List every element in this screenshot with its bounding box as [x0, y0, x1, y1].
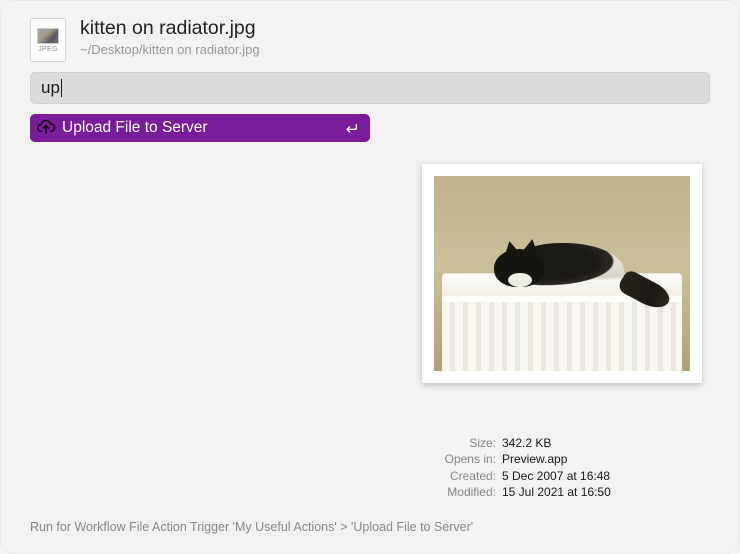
meta-size-row: Size: 342.2 KB	[342, 435, 702, 451]
title-block: kitten on radiator.jpg ~/Desktop/kitten …	[80, 18, 710, 57]
return-key-icon	[342, 119, 360, 137]
meta-created-value: 5 Dec 2007 at 16:48	[502, 468, 610, 484]
search-value: up	[41, 78, 60, 98]
meta-modified-value: 15 Jul 2021 at 16:50	[502, 484, 611, 500]
meta-created-row: Created: 5 Dec 2007 at 16:48	[342, 468, 702, 484]
meta-size-label: Size:	[342, 435, 502, 451]
result-label: Upload File to Server	[62, 119, 342, 137]
footer-hint: Run for Workflow File Action Trigger 'My…	[30, 520, 473, 534]
alfred-window: JPEG kitten on radiator.jpg ~/Desktop/ki…	[0, 0, 740, 554]
file-path: ~/Desktop/kitten on radiator.jpg	[80, 42, 710, 57]
cloud-upload-icon	[36, 118, 56, 138]
action-result-upload[interactable]: Upload File to Server	[30, 114, 370, 142]
search-container: up	[0, 72, 740, 104]
meta-modified-row: Modified: 15 Jul 2021 at 16:50	[342, 484, 702, 500]
file-title: kitten on radiator.jpg	[80, 18, 710, 39]
meta-size-value: 342.2 KB	[502, 435, 551, 451]
file-type-icon: JPEG	[30, 18, 66, 62]
text-caret	[61, 79, 62, 97]
file-badge: JPEG	[38, 46, 57, 53]
meta-opens-value: Preview.app	[502, 451, 567, 467]
file-header: JPEG kitten on radiator.jpg ~/Desktop/ki…	[0, 0, 740, 72]
preview-image	[434, 176, 690, 371]
search-input[interactable]: up	[30, 72, 710, 104]
meta-modified-label: Modified:	[342, 484, 502, 500]
file-metadata: Size: 342.2 KB Opens in: Preview.app Cre…	[342, 435, 702, 500]
meta-created-label: Created:	[342, 468, 502, 484]
meta-opens-row: Opens in: Preview.app	[342, 451, 702, 467]
meta-opens-label: Opens in:	[342, 451, 502, 467]
file-thumb-image	[37, 28, 59, 44]
image-preview	[422, 164, 702, 383]
